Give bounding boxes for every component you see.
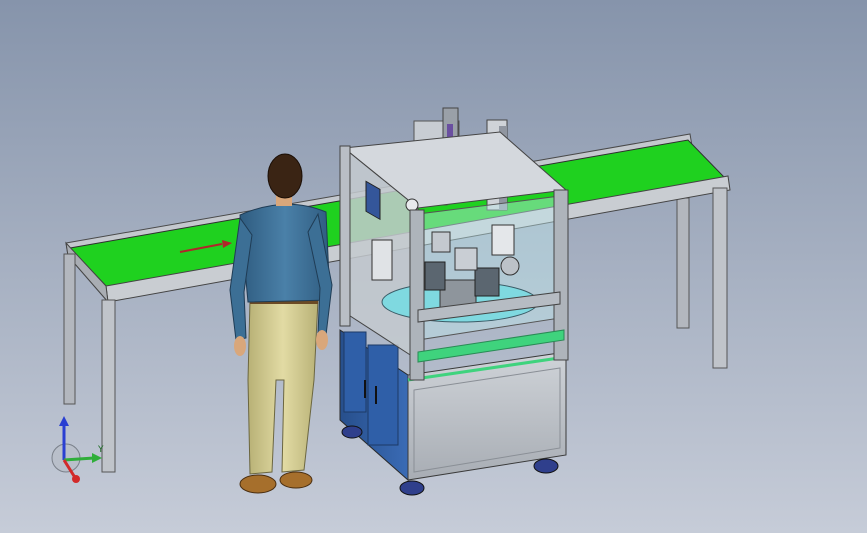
view-orientation-triad[interactable]: Y (44, 412, 114, 496)
conveyor-leg-back-left (63, 253, 76, 405)
y-axis-icon (63, 456, 95, 462)
cabinet-door-left (343, 331, 367, 413)
y-axis-label: Y (97, 445, 104, 455)
assembly-scene (63, 107, 731, 496)
conveyor-leg-front-right (712, 187, 728, 369)
cad-viewport[interactable]: Y (0, 0, 867, 533)
assembly-machine (339, 107, 569, 496)
conveyor-leg-back-right (676, 197, 690, 329)
operator-head (267, 153, 303, 199)
enclosure-post-back-left (339, 145, 351, 327)
operator-legs (247, 299, 319, 475)
cabinet-door-right (367, 344, 399, 446)
